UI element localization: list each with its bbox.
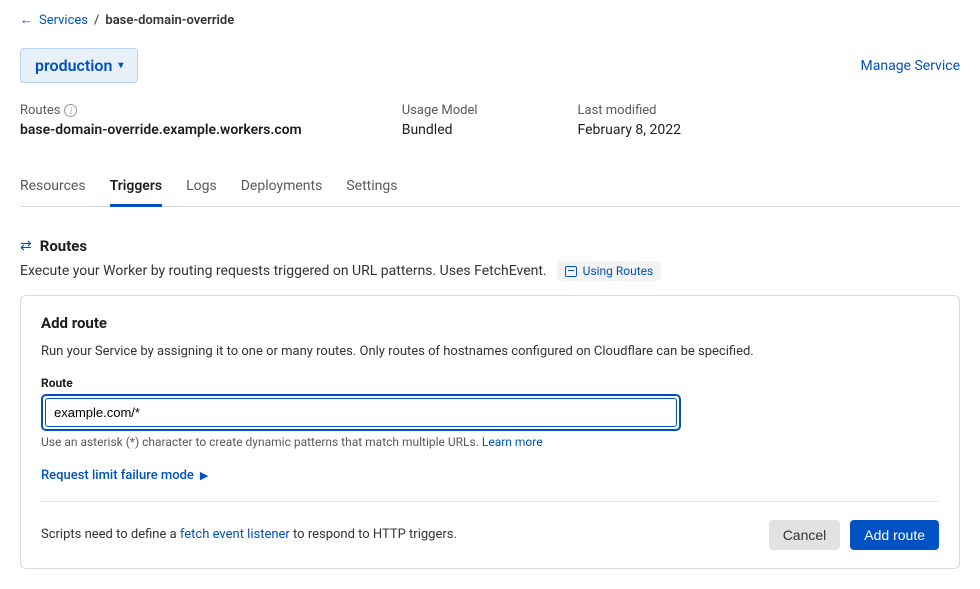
meta-row: Routes i base-domain-override.example.wo… <box>20 103 960 138</box>
footer-text: Scripts need to define a fetch event lis… <box>41 527 457 542</box>
using-routes-doc-link[interactable]: Using Routes <box>557 261 662 281</box>
routes-section-title: Routes <box>40 237 87 255</box>
breadcrumb-services-link[interactable]: Services <box>39 13 88 28</box>
tab-deployments[interactable]: Deployments <box>241 168 323 207</box>
add-route-button[interactable]: Add route <box>850 520 939 550</box>
chevron-right-icon: ▶ <box>200 469 208 482</box>
chevron-down-icon: ▾ <box>118 60 123 71</box>
panel-title: Add route <box>41 314 939 332</box>
fetch-listener-link[interactable]: fetch event listener <box>180 527 290 542</box>
cancel-button[interactable]: Cancel <box>769 520 841 550</box>
breadcrumb: ← Services / base-domain-override <box>20 12 960 28</box>
modified-meta-label: Last modified <box>578 103 682 118</box>
divider <box>41 501 939 502</box>
routes-section-desc: Execute your Worker by routing requests … <box>20 263 547 279</box>
doc-icon <box>565 266 577 277</box>
info-icon[interactable]: i <box>64 104 77 117</box>
breadcrumb-sep: / <box>94 13 99 28</box>
learn-more-link[interactable]: Learn more <box>482 435 543 449</box>
doc-chip-label: Using Routes <box>583 264 654 278</box>
route-field-label: Route <box>41 376 939 390</box>
usage-meta-label: Usage Model <box>402 103 478 118</box>
tab-logs[interactable]: Logs <box>186 168 217 207</box>
add-route-panel: Add route Run your Service by assigning … <box>20 295 960 569</box>
routes-meta-value: base-domain-override.example.workers.com <box>20 122 302 138</box>
request-limit-label: Request limit failure mode <box>41 468 194 483</box>
tabs: Resources Triggers Logs Deployments Sett… <box>20 168 960 207</box>
request-limit-toggle[interactable]: Request limit failure mode ▶ <box>41 468 208 483</box>
manage-service-link[interactable]: Manage Service <box>861 58 960 74</box>
modified-meta-value: February 8, 2022 <box>578 122 682 138</box>
tab-triggers[interactable]: Triggers <box>110 168 163 207</box>
breadcrumb-current: base-domain-override <box>105 13 234 28</box>
routes-meta-label: Routes <box>20 103 60 118</box>
panel-desc: Run your Service by assigning it to one … <box>41 342 939 362</box>
swap-icon: ⇄ <box>20 239 32 253</box>
environment-label: production <box>35 56 112 75</box>
environment-dropdown[interactable]: production ▾ <box>20 48 138 83</box>
tab-resources[interactable]: Resources <box>20 168 86 207</box>
usage-meta-value: Bundled <box>402 122 478 138</box>
route-helper-text: Use an asterisk (*) character to create … <box>41 435 479 449</box>
back-arrow-icon[interactable]: ← <box>20 12 33 28</box>
route-input[interactable] <box>45 398 677 427</box>
tab-settings[interactable]: Settings <box>346 168 397 207</box>
